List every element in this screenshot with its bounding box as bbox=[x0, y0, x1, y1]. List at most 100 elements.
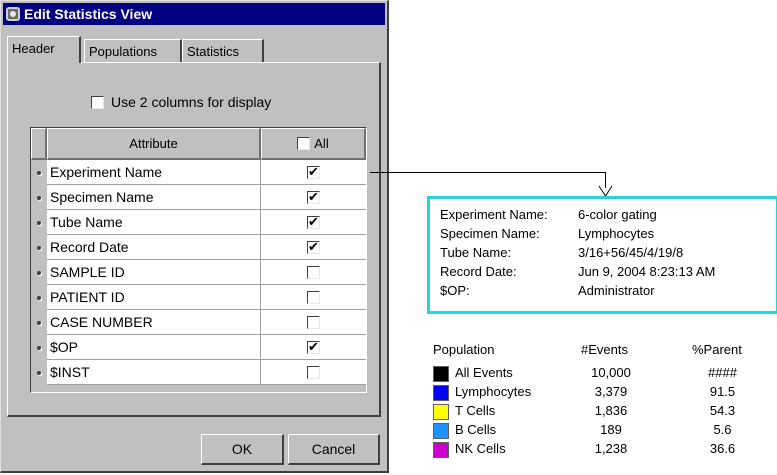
attribute-cell bbox=[261, 310, 366, 335]
checkmark-icon: ✔ bbox=[308, 338, 319, 354]
tab-statistics[interactable]: Statistics bbox=[182, 39, 264, 63]
connector-line bbox=[370, 172, 605, 173]
attribute-cell bbox=[261, 260, 366, 285]
population-row: B Cells 189 5.6 bbox=[433, 422, 773, 440]
population-row: All Events 10,000 #### bbox=[433, 365, 773, 383]
attribute-checkbox[interactable] bbox=[307, 290, 320, 304]
population-name: All Events bbox=[455, 365, 513, 380]
population-events: 10,000 bbox=[591, 365, 631, 380]
population-events: 1,238 bbox=[594, 441, 628, 456]
attribute-row[interactable]: Tube Name ✔ bbox=[31, 210, 366, 235]
header-field-key: Record Date: bbox=[440, 264, 517, 279]
attribute-cell: ✔ bbox=[261, 160, 366, 185]
header-tab-panel: Use 2 columns for display Attribute All … bbox=[7, 62, 381, 417]
attribute-checkbox[interactable]: ✔ bbox=[307, 213, 320, 229]
header-field-key: Tube Name: bbox=[440, 245, 512, 260]
row-marker bbox=[31, 360, 47, 385]
attribute-name[interactable]: PATIENT ID bbox=[47, 285, 261, 310]
population-row: NK Cells 1,238 36.6 bbox=[433, 441, 773, 459]
row-dot-icon bbox=[37, 370, 41, 375]
tab-populations[interactable]: Populations bbox=[84, 39, 182, 63]
row-dot-icon bbox=[37, 170, 41, 175]
attribute-checkbox[interactable]: ✔ bbox=[307, 163, 320, 179]
edit-statistics-dialog: Edit Statistics View Header Populations … bbox=[0, 0, 389, 473]
population-color-swatch bbox=[433, 385, 449, 401]
row-marker bbox=[31, 260, 47, 285]
attribute-name[interactable]: Experiment Name bbox=[47, 160, 261, 185]
attribute-name[interactable]: Specimen Name bbox=[47, 185, 261, 210]
checkmark-icon: ✔ bbox=[308, 188, 319, 204]
report-header-box: Experiment Name: 6-color gating Specimen N… bbox=[427, 196, 777, 314]
attribute-name[interactable]: $INST bbox=[47, 360, 261, 385]
attribute-row[interactable]: PATIENT ID bbox=[31, 285, 366, 310]
attribute-cell bbox=[261, 360, 366, 385]
row-marker bbox=[31, 310, 47, 335]
parent-column-header: %Parent bbox=[692, 342, 742, 357]
two-column-label: Use 2 columns for display bbox=[111, 94, 272, 110]
attribute-row[interactable]: Specimen Name ✔ bbox=[31, 185, 366, 210]
attribute-checkbox[interactable] bbox=[307, 315, 320, 329]
population-parent-percent: 54.3 bbox=[709, 403, 736, 418]
dialog-title: Edit Statistics View bbox=[24, 6, 153, 22]
attribute-row[interactable]: Experiment Name ✔ bbox=[31, 160, 366, 185]
two-column-checkbox[interactable] bbox=[91, 95, 104, 109]
attribute-checkbox[interactable] bbox=[307, 365, 320, 379]
attribute-name[interactable]: Record Date bbox=[47, 235, 261, 260]
attribute-row[interactable]: SAMPLE ID bbox=[31, 260, 366, 285]
header-field-key: Experiment Name: bbox=[440, 207, 548, 222]
checkmark-icon: ✔ bbox=[308, 238, 319, 254]
population-events: 3,379 bbox=[594, 384, 628, 399]
attribute-cell: ✔ bbox=[261, 185, 366, 210]
attribute-name[interactable]: Tube Name bbox=[47, 210, 261, 235]
select-all-checkbox[interactable] bbox=[297, 137, 311, 150]
header-field-value: Lymphocytes bbox=[578, 226, 655, 241]
population-parent-percent: 5.6 bbox=[713, 422, 732, 437]
attribute-checkbox[interactable]: ✔ bbox=[307, 188, 320, 204]
header-field-value: 3/16+56/45/4/19/8 bbox=[578, 245, 684, 260]
ok-button[interactable]: OK bbox=[201, 434, 284, 465]
population-color-swatch bbox=[433, 442, 449, 458]
population-name: T Cells bbox=[455, 403, 496, 418]
attribute-name[interactable]: CASE NUMBER bbox=[47, 310, 261, 335]
row-marker bbox=[31, 210, 47, 235]
attribute-row[interactable]: $INST bbox=[31, 360, 366, 385]
row-marker bbox=[31, 285, 47, 310]
attribute-row[interactable]: Record Date ✔ bbox=[31, 235, 366, 260]
population-column-header: Population bbox=[433, 342, 495, 357]
events-column-header: #Events bbox=[581, 342, 628, 357]
attribute-name[interactable]: SAMPLE ID bbox=[47, 260, 261, 285]
population-name: NK Cells bbox=[455, 441, 506, 456]
population-name: B Cells bbox=[455, 422, 497, 437]
checkmark-icon: ✔ bbox=[308, 163, 319, 179]
row-marker bbox=[31, 160, 47, 185]
cancel-button[interactable]: Cancel bbox=[288, 434, 380, 465]
population-parent-percent: 36.6 bbox=[709, 441, 736, 456]
attribute-column-header[interactable]: Attribute bbox=[47, 128, 261, 160]
attribute-checkbox[interactable]: ✔ bbox=[307, 338, 320, 354]
attribute-checkbox[interactable]: ✔ bbox=[307, 238, 320, 254]
attribute-grid: Attribute All Experiment Name ✔ Specimen N… bbox=[30, 127, 367, 393]
attribute-checkbox[interactable] bbox=[307, 265, 320, 279]
header-field-value: Administrator bbox=[578, 283, 655, 298]
row-dot-icon bbox=[37, 245, 41, 250]
population-row: Lymphocytes 3,379 91.5 bbox=[433, 384, 773, 402]
population-color-swatch bbox=[433, 404, 449, 420]
row-dot-icon bbox=[37, 220, 41, 225]
all-column-header[interactable]: All bbox=[261, 128, 366, 160]
row-dot-icon bbox=[37, 195, 41, 200]
two-column-option[interactable]: Use 2 columns for display bbox=[91, 94, 271, 110]
row-marker bbox=[31, 185, 47, 210]
population-events: 189 bbox=[600, 422, 622, 437]
attribute-cell: ✔ bbox=[261, 235, 366, 260]
attribute-name[interactable]: $OP bbox=[47, 335, 261, 360]
population-name: Lymphocytes bbox=[455, 384, 532, 399]
population-parent-percent: 91.5 bbox=[709, 384, 736, 399]
attribute-row[interactable]: CASE NUMBER bbox=[31, 310, 366, 335]
tab-header[interactable]: Header bbox=[7, 36, 81, 63]
title-bar[interactable]: Edit Statistics View bbox=[3, 3, 385, 25]
row-dot-icon bbox=[37, 345, 41, 350]
checkmark-icon: ✔ bbox=[308, 213, 319, 229]
all-label: All bbox=[314, 136, 329, 151]
row-number-header bbox=[31, 128, 47, 160]
attribute-row[interactable]: $OP ✔ bbox=[31, 335, 366, 360]
